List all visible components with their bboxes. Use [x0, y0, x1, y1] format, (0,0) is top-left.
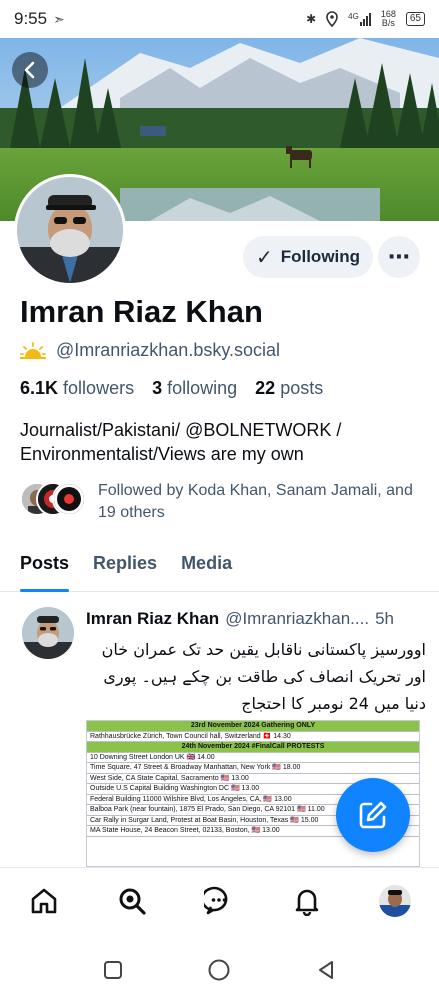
- sunrise-icon: [20, 341, 46, 359]
- tab-posts[interactable]: Posts: [20, 544, 70, 592]
- status-time: 9:55: [14, 9, 48, 28]
- avatar-photo: [17, 177, 123, 283]
- profile-stats: 6.1K followers 3 following 22 posts: [20, 378, 323, 399]
- following-button[interactable]: ✓ Following: [243, 236, 373, 278]
- nav-profile[interactable]: [373, 879, 417, 923]
- post-author-handle[interactable]: @Imranriazkhan....: [225, 609, 369, 629]
- check-icon: ✓: [255, 246, 273, 269]
- compose-icon: [359, 801, 387, 829]
- following-stat[interactable]: 3 following: [152, 378, 237, 399]
- post-timestamp: 5h: [375, 609, 394, 628]
- follower-avatar: [52, 482, 86, 516]
- bottom-navigation: [0, 867, 439, 933]
- status-bar: 9:55 ➣ ✱ 4G 168 B/s 65: [0, 0, 439, 38]
- network-speed: 168 B/s: [380, 9, 396, 28]
- status-icons: ✱ 4G 168 B/s 65: [306, 10, 425, 28]
- location-icon: [326, 11, 338, 27]
- bell-icon: [295, 889, 319, 916]
- ellipsis-icon: ⋯: [388, 244, 410, 269]
- gesture-icon: ➣: [53, 10, 65, 27]
- image-text-row: 10 Downing Street London UK 🇬🇧 14.00: [87, 753, 419, 763]
- back-triangle-icon[interactable]: [315, 959, 337, 981]
- recents-icon[interactable]: [102, 959, 124, 981]
- image-text-row: Rathhausbrücke Zürich, Town Council hall…: [87, 732, 419, 742]
- profile-handle-row: @Imranriazkhan.bsky.social: [20, 340, 280, 361]
- signal-icon: 4G: [348, 12, 371, 26]
- post-text: اوورسیز پاکستانی ناقابل یقین حد تک عمران…: [101, 640, 426, 713]
- chevron-left-icon: [24, 61, 35, 79]
- search-icon: [119, 888, 146, 915]
- home-icon: [31, 888, 57, 913]
- tab-media[interactable]: Media: [181, 544, 232, 591]
- chat-icon: [204, 886, 228, 914]
- nav-chat[interactable]: [197, 879, 241, 923]
- nav-home[interactable]: [22, 879, 66, 923]
- battery-indicator: 65: [405, 12, 425, 26]
- nav-search[interactable]: [110, 879, 154, 923]
- followed-by-text: Followed by Koda Khan, Sanam Jamali, and…: [98, 482, 413, 521]
- tab-replies[interactable]: Replies: [93, 544, 157, 591]
- profile-display-name: Imran Riaz Khan: [20, 294, 263, 329]
- system-navigation-bar: [0, 940, 439, 1000]
- followers-stat[interactable]: 6.1K followers: [20, 378, 134, 399]
- image-heading-row: 24th November 2024 #FinalCall PROTESTS: [87, 742, 419, 753]
- posts-stat: 22 posts: [255, 378, 324, 398]
- bluetooth-icon: ✱: [306, 12, 317, 26]
- home-circle-icon[interactable]: [207, 958, 231, 982]
- compose-post-button[interactable]: [336, 778, 410, 852]
- profile-avatar-icon: [379, 884, 412, 917]
- nav-notifications[interactable]: [285, 879, 329, 923]
- profile-bio: Journalist/Pakistani/ @BOLNETWORK / Envi…: [20, 420, 342, 464]
- post-author-avatar[interactable]: [22, 607, 74, 659]
- back-button[interactable]: [12, 52, 48, 88]
- more-options-button[interactable]: ⋯: [378, 236, 420, 278]
- followed-by-row[interactable]: Followed by Koda Khan, Sanam Jamali, and…: [20, 480, 418, 524]
- followed-by-avatars: [20, 480, 90, 520]
- post-author-name[interactable]: Imran Riaz Khan: [86, 609, 219, 629]
- profile-handle: @Imranriazkhan.bsky.social: [56, 340, 281, 360]
- profile-tabs: Posts Replies Media: [0, 544, 439, 592]
- image-text-row: Time Square, 47 Street & Broadway Manhat…: [87, 763, 419, 774]
- post-header: Imran Riaz Khan @Imranriazkhan.... 5h: [86, 609, 426, 629]
- profile-avatar[interactable]: [14, 174, 126, 286]
- following-button-label: Following: [280, 247, 361, 266]
- image-heading-row: 23rd November 2024 Gathering ONLY: [87, 721, 419, 732]
